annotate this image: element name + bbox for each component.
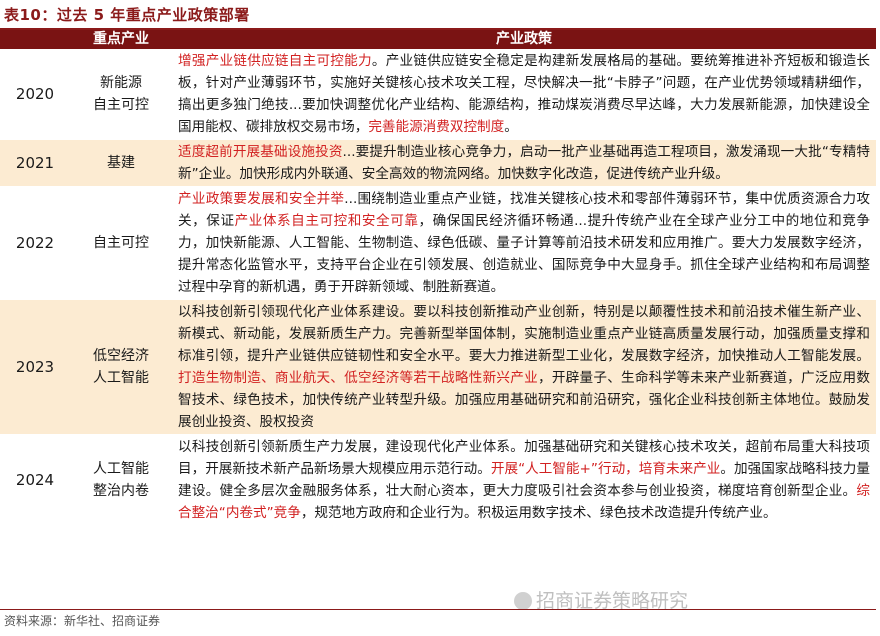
policy-highlight: 增强产业链供应链自主可控能力: [178, 53, 372, 69]
table-row: 2023 低空经济 人工智能 以科技创新引领现代化产业体系建设。要以科技创新推动产业…: [0, 299, 876, 435]
industry-cell: 人工智能 整治内卷: [70, 434, 172, 526]
industry-cell: 新能源 自主可控: [70, 49, 172, 140]
policy-cell: 适度超前开展基础设施投资...要提升制造业核心竞争力，启动一批产业基础再造工程项…: [172, 139, 876, 187]
source-note: 资料来源：新华社、招商证券: [4, 614, 161, 628]
report-page: 表10：过去 5 年重点产业政策部署 重点产业 产业政策 2020 新能源 自主可…: [0, 0, 880, 636]
year-cell: 2024: [0, 434, 70, 526]
policy-highlight: 产业政策要发展和安全并举: [178, 191, 345, 207]
policy-table: 重点产业 产业政策 2020 新能源 自主可控 增强产业链供应链自主可控能力。产业链…: [0, 30, 876, 526]
policy-text: 以科技创新引领现代化产业体系建设。要以科技创新推动产业创新，特别是以颠覆性技术和…: [178, 304, 870, 364]
year-cell: 2021: [0, 139, 70, 187]
policy-highlight: 完善能源消费双控制度: [368, 119, 505, 135]
wechat-icon: [514, 592, 532, 610]
policy-cell: 以科技创新引领新质生产力发展，建设现代化产业体系。加强基础研究和关键核心技术攻关…: [172, 434, 876, 526]
policy-highlight: 适度超前开展基础设施投资: [178, 144, 343, 160]
year-cell: 2023: [0, 299, 70, 435]
policy-highlight: 开展“人工智能+”行动，培育未来产业: [490, 461, 721, 477]
industry-cell: 低空经济 人工智能: [70, 299, 172, 435]
policy-cell: 增强产业链供应链自主可控能力。产业链供应链安全稳定是构建新发展格局的基础。要统筹…: [172, 49, 876, 140]
table-row: 2024 人工智能 整治内卷 以科技创新引领新质生产力发展，建设现代化产业体系。加强…: [0, 434, 876, 526]
header-policy: 产业政策: [172, 30, 876, 49]
policy-text: ，规范地方政府和企业行为。积极运用数字技术、绿色技术改造提升传统产业。: [300, 505, 777, 521]
policy-cell: 以科技创新引领现代化产业体系建设。要以科技创新推动产业创新，特别是以颠覆性技术和…: [172, 299, 876, 435]
table-body: 2020 新能源 自主可控 增强产业链供应链自主可控能力。产业链供应链安全稳定是构建…: [0, 49, 876, 526]
industry-cell: 自主可控: [70, 186, 172, 300]
header-year: [0, 30, 70, 49]
policy-highlight: 打造生物制造、商业航天、低空经济等若干战略性新兴产业: [178, 370, 538, 386]
table-title: 表10：过去 5 年重点产业政策部署: [4, 6, 250, 24]
year-cell: 2022: [0, 186, 70, 300]
policy-text: 。: [504, 119, 518, 135]
table-row: 2020 新能源 自主可控 增强产业链供应链自主可控能力。产业链供应链安全稳定是构建…: [0, 49, 876, 140]
table-row: 2022 自主可控 产业政策要发展和安全并举...围绕制造业重点产业链，找准关键核心…: [0, 186, 876, 300]
header-industry: 重点产业: [70, 30, 172, 49]
industry-cell: 基建: [70, 139, 172, 187]
footer-divider: [0, 609, 876, 610]
policy-cell: 产业政策要发展和安全并举...围绕制造业重点产业链，找准关键核心技术和零部件薄弱…: [172, 186, 876, 300]
policy-highlight: 产业体系自主可控和安全可靠: [234, 213, 419, 229]
table-header-row: 重点产业 产业政策: [0, 30, 876, 49]
year-cell: 2020: [0, 49, 70, 140]
table-row: 2021 基建 适度超前开展基础设施投资...要提升制造业核心竞争力，启动一批产业基…: [0, 139, 876, 187]
